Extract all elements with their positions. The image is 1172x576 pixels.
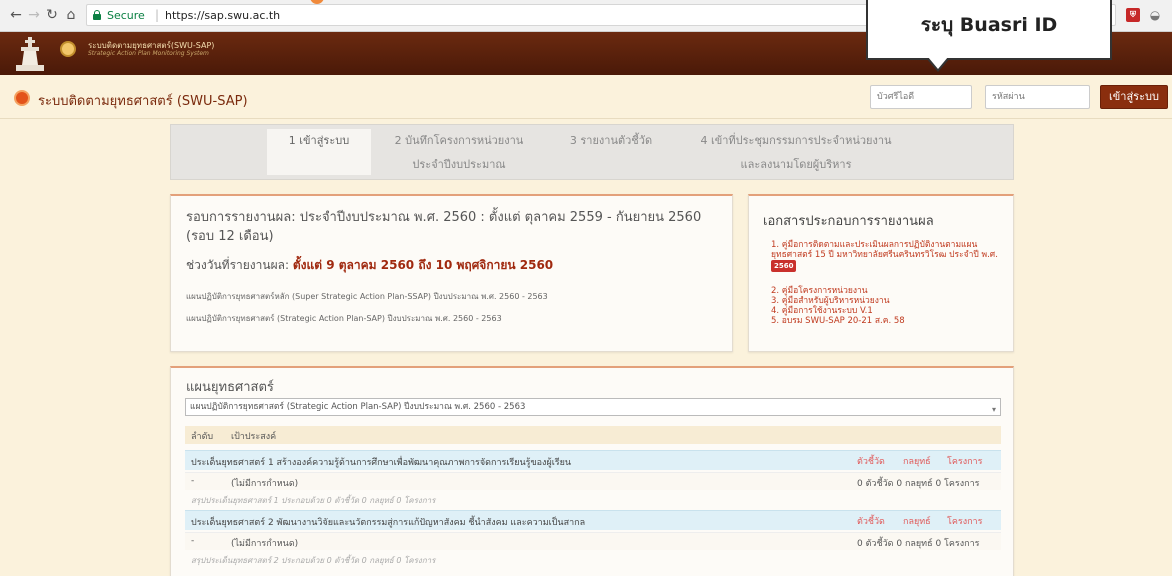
strategy-title: แผนยุทธศาสตร์ — [186, 380, 274, 395]
period-value: ตั้งแต่ 9 ตุลาคม 2560 ถึง 10 พฤศจิกายน 2… — [292, 258, 554, 272]
step-report-kpi[interactable]: 3 รายงานตัวชี้วัด — [555, 129, 667, 153]
doc-link-3[interactable]: 3. คู่มือสำหรับผู้บริหารหน่วยงาน — [771, 296, 1007, 306]
workflow-steps: 1 เข้าสู่ระบบ 2 บันทึกโครงการหน่วยงาน ปร… — [170, 124, 1014, 180]
secure-label: Secure — [107, 9, 145, 22]
step-label: 1 เข้าสู่ระบบ — [288, 134, 350, 147]
doc-link-1[interactable]: 1. คู่มือการติดตามและประเมินผลการปฏิบัติ… — [771, 240, 1007, 272]
instruction-callout: ระบุ Buasri ID — [866, 0, 1112, 60]
extension-shield-icon[interactable]: ⛨ — [1126, 8, 1140, 22]
goal-row: - (ไม่มีการกำหนด) 0 ตัวชี้วัด 0 กลยุทธ์ … — [185, 532, 1001, 550]
step-record-projects[interactable]: 2 บันทึกโครงการหน่วยงาน ประจำปีงบประมาณ — [375, 129, 543, 177]
kpi-link[interactable]: ตัวชี้วัด — [857, 514, 885, 528]
goal-order: - — [191, 536, 195, 546]
banner-subtitle: Strategic Action Plan Monitoring System — [88, 50, 209, 57]
documents-panel: เอกสารประกอบการรายงานผล 1. คู่มือการติดต… — [748, 194, 1014, 352]
year-badge: 2560 — [771, 260, 797, 272]
doc-link-5[interactable]: 5. อบรม SWU-SAP 20-21 ส.ค. 58 — [771, 316, 1007, 326]
step-login[interactable]: 1 เข้าสู่ระบบ — [267, 129, 371, 175]
home-icon[interactable]: ⌂ — [63, 8, 79, 22]
strategy-plan-selected: แผนปฏิบัติการยุทธศาสตร์ (Strategic Actio… — [190, 402, 526, 412]
table-header: ลำดับ เป้าประสงค์ — [185, 426, 1001, 444]
step-label: 3 รายงานตัวชี้วัด — [569, 134, 653, 147]
extension-icon[interactable]: ◒ — [1148, 8, 1162, 22]
tactic-link[interactable]: กลยุทธ์ — [903, 454, 931, 468]
documents-list: 1. คู่มือการติดตามและประเมินผลการปฏิบัติ… — [771, 240, 1007, 326]
kpi-link[interactable]: ตัวชี้วัด — [857, 454, 885, 468]
issue-summary-text: สรุปประเด็นยุทธศาสตร์ 1 ประกอบด้วย 0 ตัว… — [191, 496, 436, 505]
goal-counts: 0 ตัวชี้วัด 0 กลยุทธ์ 0 โครงการ — [857, 479, 980, 489]
strategy-issue-row: ประเด็นยุทธศาสตร์ 2 พัฒนางานวิจัยและนวัต… — [185, 510, 1001, 530]
strategy-issue-row: ประเด็นยุทธศาสตร์ 1 สร้างองค์ความรู้ด้าน… — [185, 450, 1001, 470]
chevron-down-icon: ▾ — [991, 405, 996, 414]
step-label-line2: ประจำปีงบประมาณ — [412, 158, 506, 171]
goal-text: (ไม่มีการกำหนด) — [231, 539, 299, 549]
back-icon[interactable]: ← — [8, 8, 24, 22]
report-period: ช่วงวันที่รายงานผล: ตั้งแต่ 9 ตุลาคม 256… — [186, 256, 553, 275]
documents-title: เอกสารประกอบการรายงานผล — [763, 214, 934, 229]
report-round: รอบการรายงานผล: ประจำปีงบประมาณ พ.ศ. 256… — [186, 210, 702, 244]
strategy-panel: แผนยุทธศาสตร์ แผนปฏิบัติการยุทธศาสตร์ (S… — [170, 366, 1014, 576]
callout-text: ระบุ Buasri ID — [920, 14, 1058, 36]
step-label: 4 เข้าที่ประชุมกรรมการประจำหน่วยงาน — [700, 134, 892, 147]
period-label: ช่วงวันที่รายงานผล: — [186, 258, 290, 272]
plan-ssap: แผนปฏิบัติการยุทธศาสตร์หลัก (Super Strat… — [186, 292, 548, 301]
issue-title: ประเด็นยุทธศาสตร์ 1 สร้างองค์ความรู้ด้าน… — [191, 458, 572, 468]
forward-icon[interactable]: → — [26, 8, 42, 22]
callout-arrow-fill — [928, 57, 948, 69]
project-link[interactable]: โครงการ — [947, 514, 982, 528]
doc-link-4[interactable]: 4. คู่มือการใช้งานระบบ V.1 — [771, 306, 1007, 316]
reload-icon[interactable]: ↻ — [44, 8, 60, 22]
issue-summary: สรุปประเด็นยุทธศาสตร์ 2 ประกอบด้วย 0 ตัว… — [185, 552, 1001, 568]
strategy-plan-select[interactable]: แผนปฏิบัติการยุทธศาสตร์ (Strategic Actio… — [185, 398, 1001, 416]
step-label-line2: และลงนามโดยผู้บริหาร — [740, 158, 852, 171]
goal-order: - — [191, 476, 195, 486]
tactic-link[interactable]: กลยุทธ์ — [903, 514, 931, 528]
issue-summary: สรุปประเด็นยุทธศาสตร์ 1 ประกอบด้วย 0 ตัว… — [185, 492, 1001, 508]
col-goal: เป้าประสงค์ — [231, 432, 277, 442]
issue-summary-text: สรุปประเด็นยุทธศาสตร์ 2 ประกอบด้วย 0 ตัว… — [191, 556, 436, 565]
url-text[interactable]: https://sap.swu.ac.th — [165, 9, 280, 22]
goal-row: - (ไม่มีการกำหนด) 0 ตัวชี้วัด 0 กลยุทธ์ … — [185, 472, 1001, 490]
plan-sap: แผนปฏิบัติการยุทธศาสตร์ (Strategic Actio… — [186, 314, 502, 323]
doc-link-2[interactable]: 2. คู่มือโครงการหน่วยงาน — [771, 286, 1007, 296]
chess-king-icon — [16, 37, 44, 71]
step-label: 2 บันทึกโครงการหน่วยงาน — [394, 134, 524, 147]
lock-icon — [93, 10, 101, 20]
doc-link-1-label: 1. คู่มือการติดตามและประเมินผลการปฏิบัติ… — [771, 240, 998, 260]
university-seal-icon — [60, 41, 76, 57]
app-logo-icon — [14, 90, 30, 106]
login-button[interactable]: เข้าสู่ระบบ — [1100, 85, 1168, 109]
col-order: ลำดับ — [191, 432, 214, 442]
url-separator: | — [155, 8, 160, 22]
goal-text: (ไม่มีการกำหนด) — [231, 479, 299, 489]
step-committee-meeting[interactable]: 4 เข้าที่ประชุมกรรมการประจำหน่วยงาน และล… — [681, 129, 911, 177]
project-link[interactable]: โครงการ — [947, 454, 982, 468]
password-input[interactable] — [985, 85, 1090, 109]
buasri-id-input[interactable] — [870, 85, 972, 109]
issue-title: ประเด็นยุทธศาสตร์ 2 พัฒนางานวิจัยและนวัต… — [191, 518, 586, 528]
goal-counts: 0 ตัวชี้วัด 0 กลยุทธ์ 0 โครงการ — [857, 539, 980, 549]
report-round-panel: รอบการรายงานผล: ประจำปีงบประมาณ พ.ศ. 256… — [170, 194, 733, 352]
app-title[interactable]: ระบบติดตามยุทธศาสตร์ (SWU-SAP) — [38, 90, 248, 111]
